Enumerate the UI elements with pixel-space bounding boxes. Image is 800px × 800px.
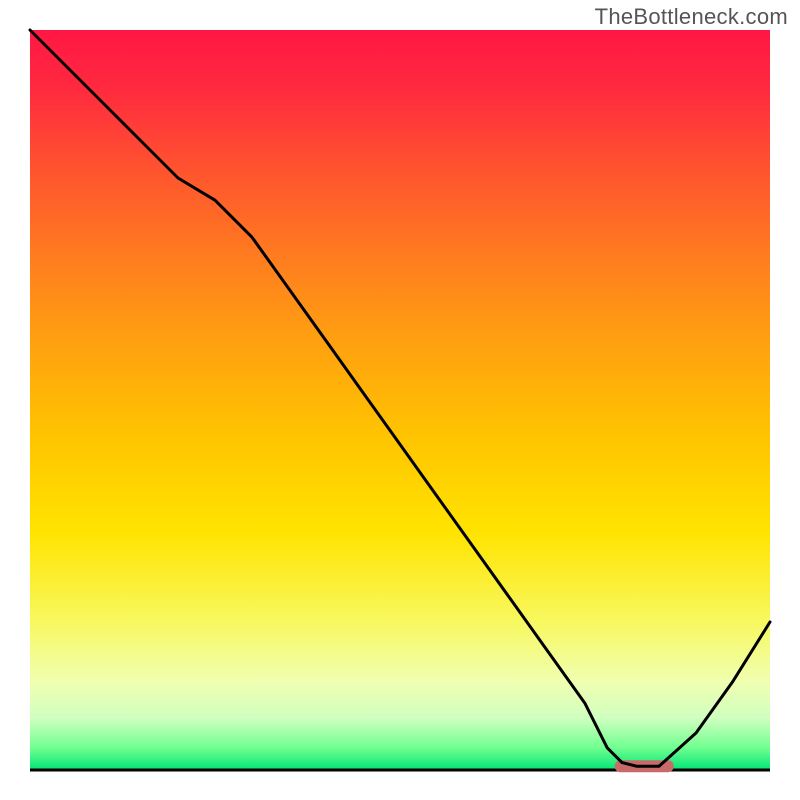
brand-watermark: TheBottleneck.com: [595, 4, 788, 30]
bottleneck-chart: [0, 0, 800, 800]
chart-container: TheBottleneck.com: [0, 0, 800, 800]
